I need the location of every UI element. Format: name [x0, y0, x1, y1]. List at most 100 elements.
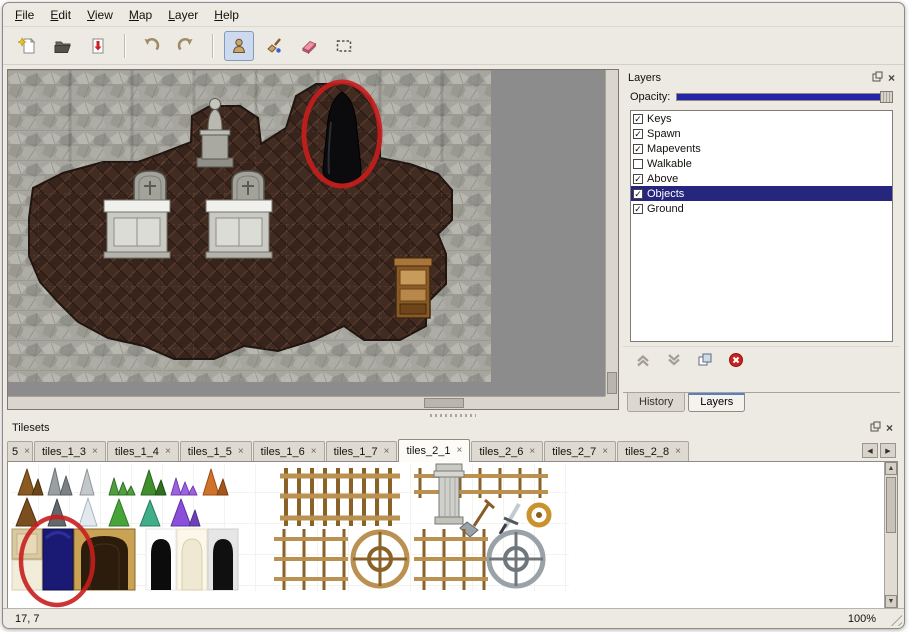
layer-name: Keys: [647, 113, 671, 125]
layer-visibility-checkbox[interactable]: [633, 189, 643, 199]
move-layer-down-button[interactable]: [664, 352, 684, 368]
eraser-tool-button[interactable]: [294, 31, 324, 61]
scroll-tabs-left-button[interactable]: ◀: [862, 443, 878, 458]
tab-tiles_1_5[interactable]: tiles_1_5×: [180, 441, 252, 461]
save-icon: [88, 36, 108, 56]
tab-tiles_2_8[interactable]: tiles_2_8×: [617, 441, 689, 461]
map-canvas[interactable]: [8, 70, 606, 397]
menu-file[interactable]: File: [7, 5, 42, 25]
layer-visibility-checkbox[interactable]: [633, 129, 643, 139]
float-panel-icon[interactable]: [872, 71, 883, 85]
close-panel-icon[interactable]: ×: [886, 423, 893, 433]
map-vertical-scrollbar-thumb[interactable]: [607, 372, 617, 394]
layer-visibility-checkbox[interactable]: [633, 159, 643, 169]
tab-partial-5[interactable]: 5×: [7, 441, 33, 461]
map-horizontal-scrollbar-thumb[interactable]: [424, 398, 464, 408]
tomb-right: [206, 200, 272, 258]
layer-row-spawn[interactable]: Spawn: [631, 126, 892, 141]
close-tab-icon[interactable]: ×: [457, 447, 463, 455]
brush-tool-button[interactable]: [259, 31, 289, 61]
layer-name: Walkable: [647, 158, 692, 170]
eraser-icon: [299, 36, 319, 56]
tileset-view: ▲ ▼: [7, 461, 898, 609]
scroll-up-arrow[interactable]: ▲: [885, 462, 897, 475]
close-tab-icon[interactable]: ×: [384, 448, 390, 456]
layers-panel-header: Layers ×: [623, 69, 900, 87]
close-panel-icon[interactable]: ×: [888, 73, 895, 83]
map-vertical-scrollbar[interactable]: [605, 70, 618, 396]
layer-actions: [623, 346, 900, 371]
app-window: File Edit View Map Layer Help: [2, 2, 905, 629]
menu-map[interactable]: Map: [121, 5, 160, 25]
opacity-slider-handle[interactable]: [880, 91, 893, 103]
redo-button[interactable]: [171, 31, 201, 61]
layer-row-ground[interactable]: Ground: [631, 201, 892, 216]
save-map-button[interactable]: [83, 31, 113, 61]
delete-layer-button[interactable]: [726, 352, 746, 368]
brush-tool-icon: [264, 36, 284, 56]
tileset-scrollbar-thumb[interactable]: [886, 477, 896, 533]
selection-tool-button[interactable]: [329, 31, 359, 61]
scrollbar-corner: [605, 396, 618, 409]
tab-tiles_1_7[interactable]: tiles_1_7×: [326, 441, 398, 461]
tab-tiles_2_6[interactable]: tiles_2_6×: [471, 441, 543, 461]
tab-tiles_2_1[interactable]: tiles_2_1×: [398, 439, 470, 462]
redo-icon: [176, 36, 196, 56]
tab-history[interactable]: History: [627, 393, 685, 412]
tilesets-panel-header: Tilesets ×: [7, 419, 898, 437]
scroll-down-arrow[interactable]: ▼: [885, 595, 897, 608]
layer-row-walkable[interactable]: Walkable: [631, 156, 892, 171]
gravestone-left: [134, 171, 166, 202]
layer-name: Mapevents: [647, 143, 701, 155]
layer-visibility-checkbox[interactable]: [633, 174, 643, 184]
layer-row-objects[interactable]: Objects: [631, 186, 892, 201]
layer-visibility-checkbox[interactable]: [633, 204, 643, 214]
map-horizontal-scrollbar[interactable]: [8, 396, 605, 409]
layer-visibility-checkbox[interactable]: [633, 114, 643, 124]
scroll-tabs-right-button[interactable]: ▶: [880, 443, 896, 458]
tab-tiles_1_4[interactable]: tiles_1_4×: [107, 441, 179, 461]
layer-name: Objects: [647, 188, 684, 200]
close-tab-icon[interactable]: ×: [602, 448, 608, 456]
duplicate-layer-button[interactable]: [695, 352, 715, 368]
close-tab-icon[interactable]: ×: [675, 448, 681, 456]
layer-visibility-checkbox[interactable]: [633, 144, 643, 154]
tab-tiles_2_7[interactable]: tiles_2_7×: [544, 441, 616, 461]
menu-layer[interactable]: Layer: [160, 5, 206, 25]
move-layer-up-button[interactable]: [633, 352, 653, 368]
resize-grip[interactable]: [888, 612, 902, 626]
close-tab-icon[interactable]: ×: [165, 448, 171, 456]
layer-name: Ground: [647, 203, 684, 215]
new-map-button[interactable]: [13, 31, 43, 61]
menu-edit[interactable]: Edit: [42, 5, 79, 25]
opacity-slider-track[interactable]: [676, 93, 893, 101]
horizontal-splitter[interactable]: [7, 411, 898, 419]
tileset-canvas[interactable]: [8, 462, 884, 608]
layer-row-above[interactable]: Above: [631, 171, 892, 186]
tab-tiles_1_6[interactable]: tiles_1_6×: [253, 441, 325, 461]
menu-view[interactable]: View: [79, 5, 121, 25]
object-tool-button[interactable]: [224, 31, 254, 61]
opacity-slider[interactable]: [676, 90, 893, 104]
tab-tiles_1_3[interactable]: tiles_1_3×: [34, 441, 106, 461]
close-tab-icon[interactable]: ×: [24, 448, 30, 456]
float-panel-icon[interactable]: [870, 421, 881, 435]
undo-button[interactable]: [136, 31, 166, 61]
layer-row-mapevents[interactable]: Mapevents: [631, 141, 892, 156]
close-tab-icon[interactable]: ×: [311, 448, 317, 456]
tileset-vertical-scrollbar[interactable]: ▲ ▼: [884, 462, 897, 608]
tileset-tab-bar: 5× tiles_1_3× tiles_1_4× tiles_1_5× tile…: [7, 437, 898, 461]
close-tab-icon[interactable]: ×: [238, 448, 244, 456]
close-tab-icon[interactable]: ×: [529, 448, 535, 456]
person-tool-icon: [229, 36, 249, 56]
menu-help[interactable]: Help: [206, 5, 247, 25]
open-map-button[interactable]: [48, 31, 78, 61]
menu-bar: File Edit View Map Layer Help: [3, 3, 904, 27]
close-tab-icon[interactable]: ×: [92, 448, 98, 456]
map-view: [7, 69, 619, 410]
tab-layers[interactable]: Layers: [688, 393, 745, 412]
zoom-level: 100%: [848, 613, 876, 625]
splitter-grip: [430, 414, 476, 417]
layer-row-keys[interactable]: Keys: [631, 111, 892, 126]
dock-tab-bar: History Layers: [623, 392, 900, 413]
